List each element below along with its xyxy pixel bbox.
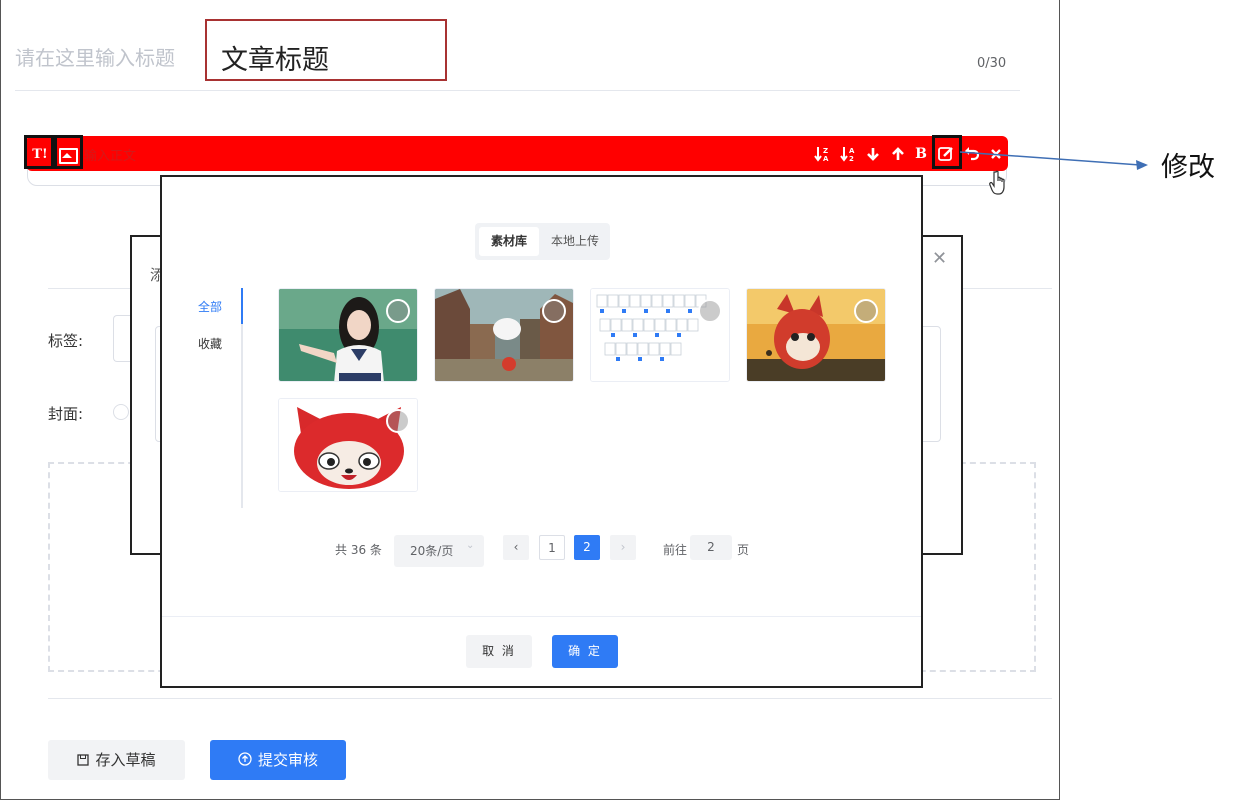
bottom-divider — [48, 698, 1052, 699]
cover-label: 封面: — [48, 405, 84, 423]
goto-suffix: 页 — [737, 543, 750, 557]
goto-label: 前往 — [663, 543, 688, 557]
save-icon — [77, 754, 90, 766]
image-thumb[interactable] — [746, 288, 886, 382]
tab-local-upload[interactable]: 本地上传 — [543, 227, 607, 256]
pagination-total: 共 36 条 — [335, 543, 382, 557]
image-thumb[interactable] — [278, 288, 418, 382]
chevron-down-icon: ⌄ — [466, 540, 475, 551]
tags-input[interactable] — [113, 315, 131, 362]
submit-review-button[interactable]: 提交审核 — [210, 740, 346, 780]
save-draft-label: 存入草稿 — [95, 751, 156, 769]
select-circle[interactable] — [854, 299, 878, 323]
page-1-button[interactable]: 1 — [539, 535, 565, 560]
select-circle[interactable] — [386, 299, 410, 323]
image-thumb[interactable] — [278, 398, 418, 492]
page-2-button[interactable]: 2 — [574, 535, 600, 560]
next-page-button[interactable]: › — [610, 535, 636, 560]
sidebar-item-favorites[interactable]: 收藏 — [198, 335, 222, 352]
image-thumb[interactable] — [434, 288, 574, 382]
background-dialog-close-icon[interactable]: ✕ — [932, 248, 947, 269]
hand-cursor-icon — [989, 170, 1005, 195]
prev-page-button[interactable]: ‹ — [503, 535, 529, 560]
select-circle[interactable] — [386, 409, 410, 433]
upload-circle-icon — [238, 752, 252, 766]
goto-page-input[interactable]: 2 — [690, 535, 732, 560]
tab-material-library[interactable]: 素材库 — [479, 227, 539, 256]
submit-review-label: 提交审核 — [257, 751, 318, 769]
tags-label: 标签: — [48, 332, 84, 350]
confirm-button[interactable]: 确 定 — [552, 635, 618, 668]
save-draft-button[interactable]: 存入草稿 — [48, 740, 185, 780]
modal-footer-divider — [162, 616, 921, 617]
sidebar-item-all[interactable]: 全部 — [198, 298, 222, 315]
select-circle[interactable] — [542, 299, 566, 323]
cancel-button[interactable]: 取 消 — [466, 635, 532, 668]
cover-radio[interactable] — [113, 404, 129, 420]
modify-callout-text: 修改 — [1161, 152, 1215, 183]
image-thumb[interactable] — [590, 288, 730, 382]
select-circle[interactable] — [698, 299, 722, 323]
sidebar-active-indicator — [241, 288, 243, 324]
